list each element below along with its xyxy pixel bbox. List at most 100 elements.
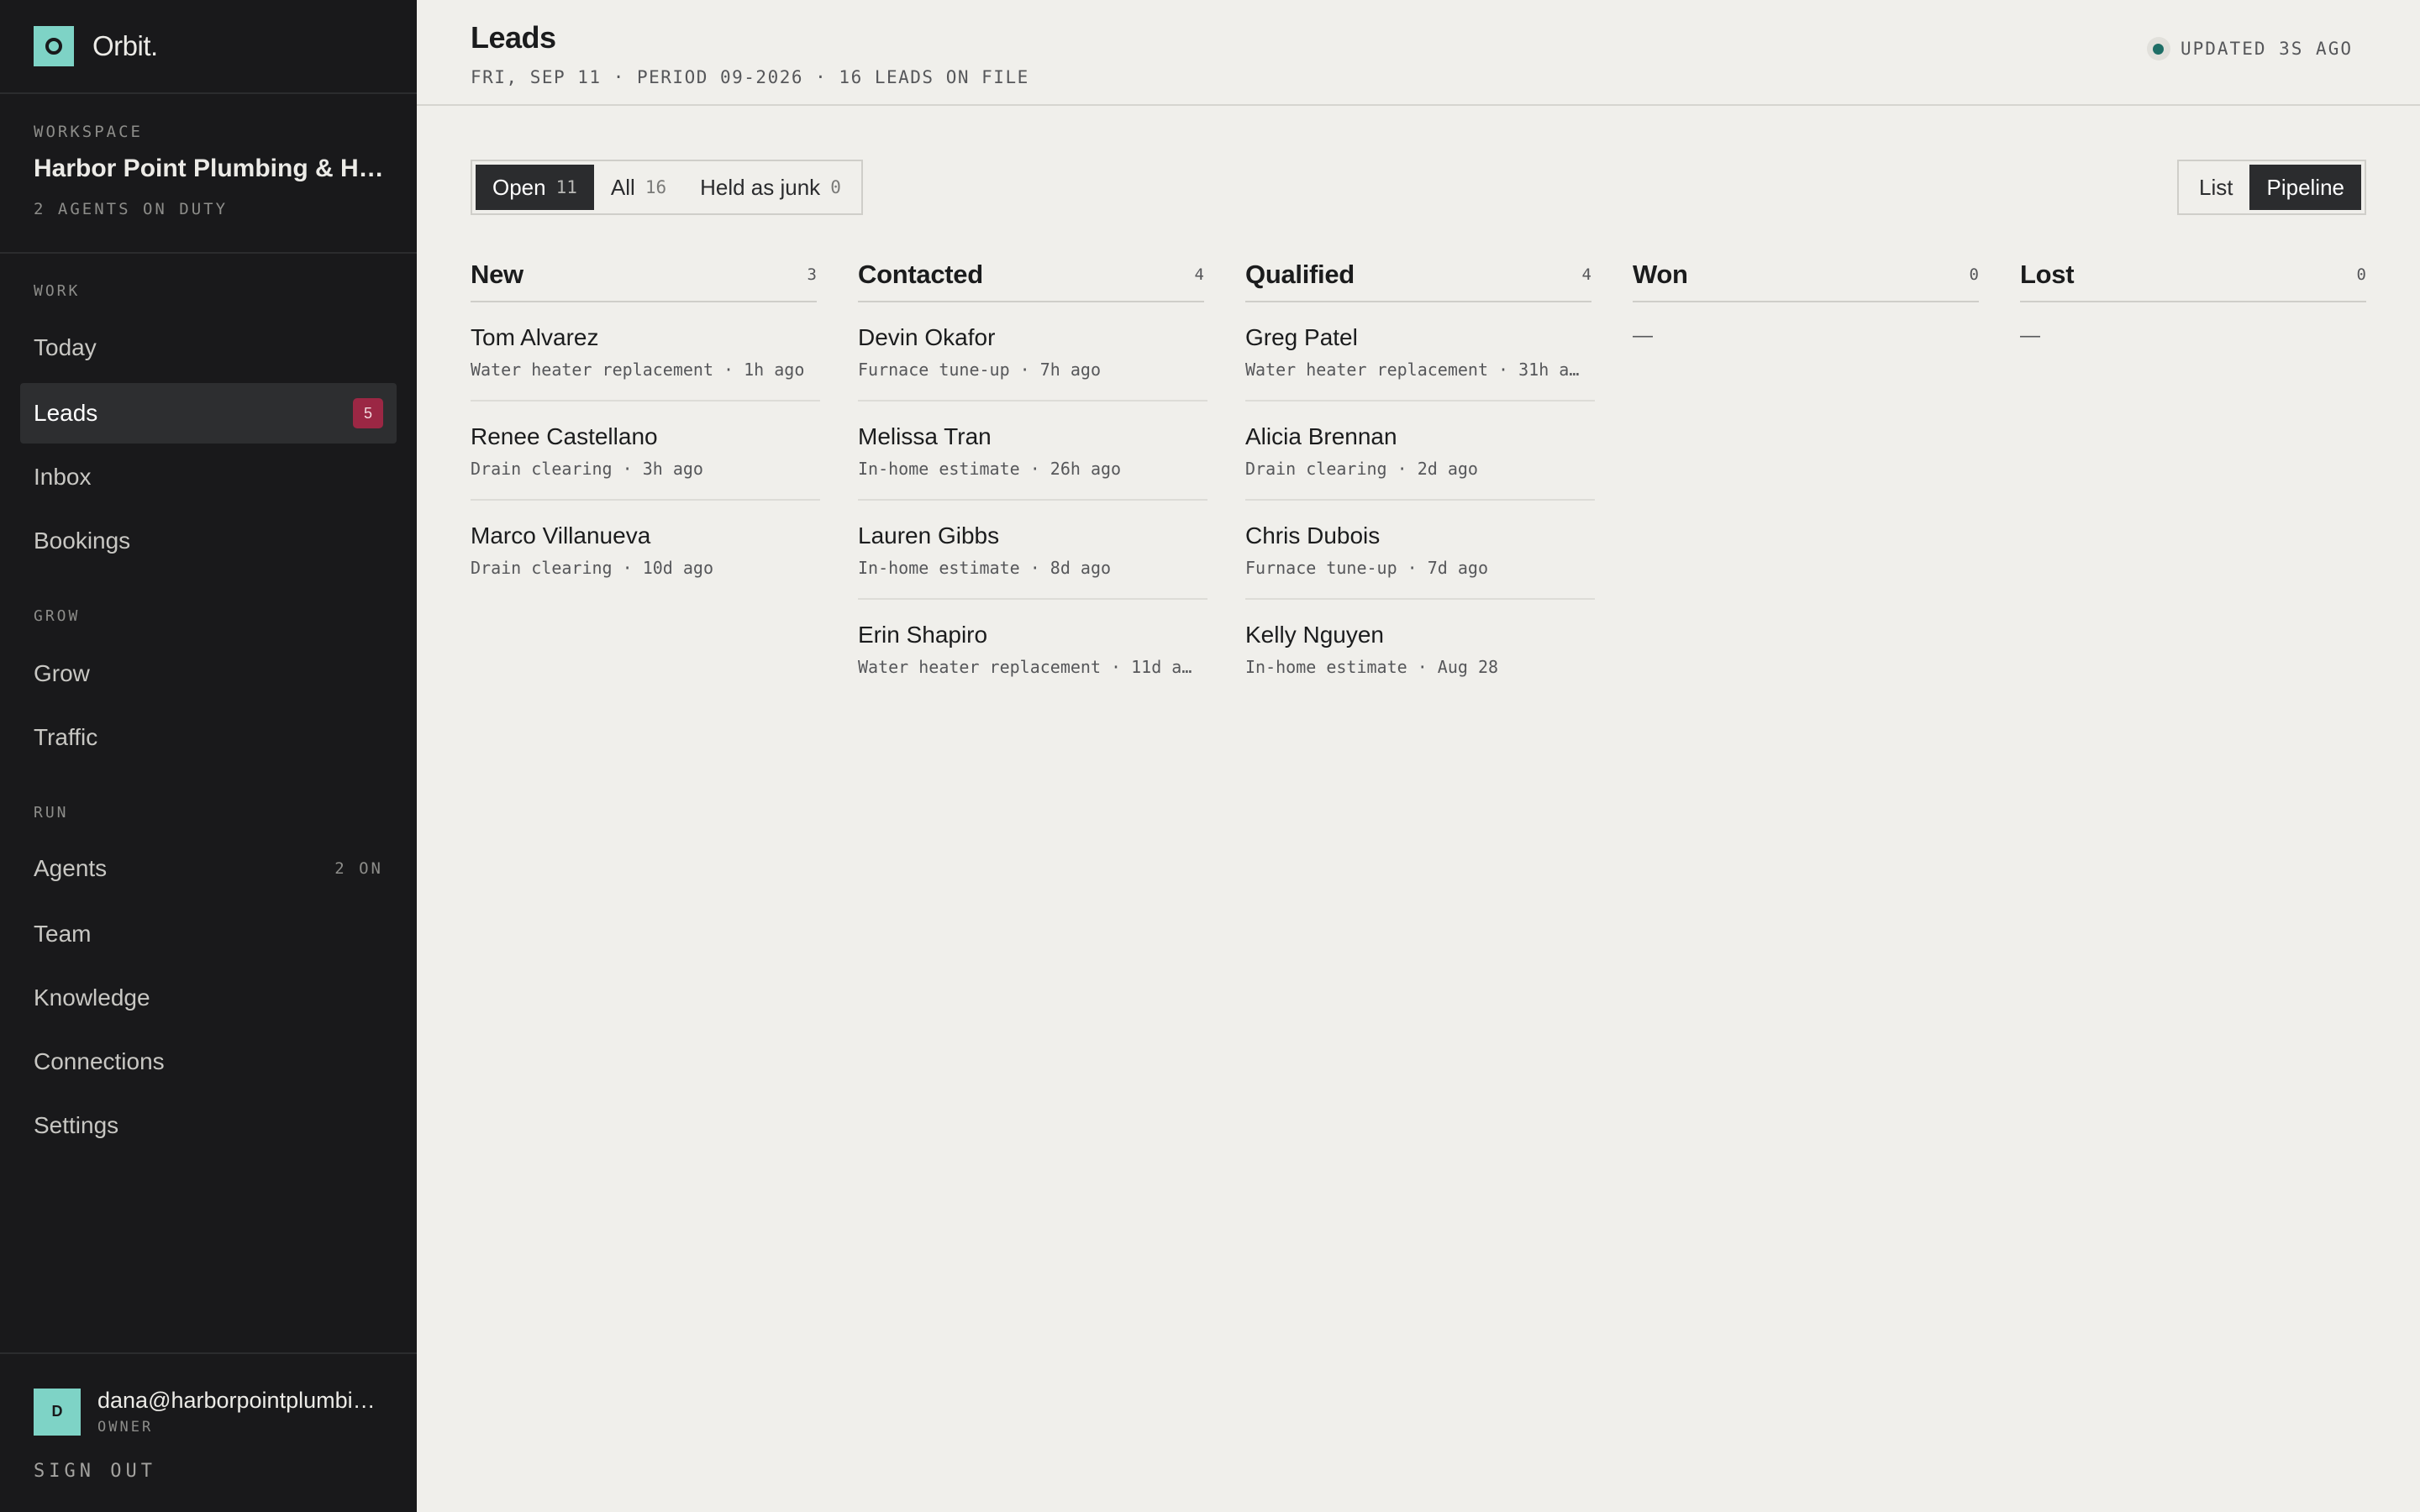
- lead-card[interactable]: Marco Villanueva Drain clearing · 10d ag…: [471, 501, 820, 600]
- workspace-agents-status: 2 AGENTS ON DUTY: [34, 200, 229, 218]
- column-count: 0: [1969, 265, 1979, 284]
- lead-card[interactable]: Lauren Gibbs In-home estimate · 8d ago: [858, 501, 1207, 600]
- sidebar-item-bookings[interactable]: Bookings: [20, 511, 397, 571]
- lead-card[interactable]: Erin Shapiro Water heater replacement · …: [858, 600, 1207, 699]
- brand[interactable]: Orbit.: [0, 0, 417, 94]
- sidebar-item-team[interactable]: Team: [20, 904, 397, 964]
- user-block: D dana@harborpointplumbing.com OWNER SIG…: [0, 1352, 417, 1512]
- filter-tab-count: 11: [555, 177, 577, 197]
- lead-name: Lauren Gibbs: [858, 522, 1000, 549]
- filter-tab-label: Held as junk: [700, 174, 821, 200]
- lead-meta: In-home estimate · 26h ago: [858, 459, 1122, 479]
- app-name: Orbit.: [92, 30, 158, 61]
- sidebar-item-label: Inbox: [34, 464, 92, 490]
- lead-name: Melissa Tran: [858, 423, 992, 449]
- lead-meta: Water heater replacement · 1h ago: [471, 360, 805, 380]
- sidebar-item-label: Bookings: [34, 528, 131, 554]
- lead-name: Kelly Nguyen: [1245, 622, 1384, 648]
- page-title: Leads: [471, 20, 556, 55]
- pipeline-column-lost: Lost 0 —: [2020, 252, 2366, 699]
- lead-name: Tom Alvarez: [471, 324, 599, 350]
- column-header: Contacted 4: [858, 252, 1204, 302]
- pipeline-column-contacted: Contacted 4 Devin Okafor Furnace tune-up…: [858, 252, 1207, 699]
- updated-status: UPDATED 3S AGO: [2146, 37, 2353, 60]
- nav-section-grow: GROW: [34, 607, 81, 625]
- sidebar-item-traffic[interactable]: Traffic: [20, 707, 397, 768]
- lead-meta: Drain clearing · 10d ago: [471, 558, 713, 578]
- user-profile[interactable]: D dana@harborpointplumbing.com OWNER: [34, 1388, 383, 1436]
- sidebar-item-grow[interactable]: Grow: [20, 643, 397, 704]
- column-header: Lost 0: [2020, 252, 2366, 302]
- sidebar-item-today[interactable]: Today: [20, 318, 397, 378]
- lead-card[interactable]: Renee Castellano Drain clearing · 3h ago: [471, 402, 820, 501]
- view-toggle: List Pipeline: [2177, 160, 2366, 215]
- lead-meta: Furnace tune-up · 7h ago: [858, 360, 1101, 380]
- lead-meta: Water heater replacement · 11d ago: [858, 657, 1198, 677]
- lead-name: Erin Shapiro: [858, 622, 988, 648]
- sidebar-item-label: Team: [34, 921, 92, 947]
- user-email: dana@harborpointplumbing.com: [97, 1388, 383, 1413]
- lead-name: Greg Patel: [1245, 324, 1358, 350]
- nav-section-work: WORK: [34, 282, 81, 300]
- view-list-button[interactable]: List: [2182, 165, 2249, 210]
- orbit-logo-icon: [34, 26, 74, 66]
- pipeline-column-won: Won 0 —: [1633, 252, 1979, 699]
- filter-tab-label: All: [610, 174, 635, 200]
- lead-card[interactable]: Alicia Brennan Drain clearing · 2d ago: [1245, 402, 1595, 501]
- filter-tab-held-as-junk[interactable]: Held as junk 0: [683, 165, 858, 210]
- column-empty-placeholder: —: [1633, 324, 1653, 347]
- lead-card[interactable]: Kelly Nguyen In-home estimate · Aug 28: [1245, 600, 1595, 699]
- sidebar-item-leads[interactable]: Leads 5: [20, 383, 397, 444]
- lead-card[interactable]: Chris Dubois Furnace tune-up · 7d ago: [1245, 501, 1595, 600]
- sidebar-item-label: Settings: [34, 1112, 119, 1138]
- sidebar: Orbit. WORKSPACE Harbor Point Plumbing &…: [0, 0, 417, 1512]
- view-pipeline-button[interactable]: Pipeline: [2249, 165, 2361, 210]
- workspace-name: Harbor Point Plumbing & Heating: [34, 155, 387, 182]
- page-header: Leads FRI, SEP 11 · PERIOD 09-2026 · 16 …: [417, 0, 2420, 106]
- sidebar-item-label: Traffic: [34, 724, 98, 750]
- lead-name: Marco Villanueva: [471, 522, 651, 549]
- column-header: Qualified 4: [1245, 252, 1591, 302]
- workspace-switcher[interactable]: WORKSPACE Harbor Point Plumbing & Heatin…: [0, 94, 417, 254]
- nav-section-run: RUN: [34, 804, 69, 822]
- lead-meta: Water heater replacement · 31h ago: [1245, 360, 1586, 380]
- filter-tab-label: Open: [492, 174, 546, 200]
- column-header: Won 0: [1633, 252, 1979, 302]
- sidebar-item-settings[interactable]: Settings: [20, 1095, 397, 1156]
- sidebar-item-label: Connections: [34, 1048, 165, 1074]
- sign-out-link[interactable]: SIGN OUT: [34, 1461, 383, 1482]
- lead-name: Chris Dubois: [1245, 522, 1381, 549]
- lead-card[interactable]: Melissa Tran In-home estimate · 26h ago: [858, 402, 1207, 501]
- sidebar-item-label: Agents: [34, 855, 108, 881]
- column-title: New: [471, 260, 523, 289]
- column-title: Won: [1633, 260, 1688, 289]
- sidebar-item-knowledge[interactable]: Knowledge: [20, 968, 397, 1028]
- column-empty-placeholder: —: [2020, 324, 2040, 347]
- lead-name: Alicia Brennan: [1245, 423, 1397, 449]
- filter-tab-all[interactable]: All 16: [594, 165, 683, 210]
- column-count: 0: [2356, 265, 2366, 284]
- lead-card[interactable]: Devin Okafor Furnace tune-up · 7h ago: [858, 302, 1207, 402]
- lead-name: Devin Okafor: [858, 324, 996, 350]
- sidebar-item-agents[interactable]: Agents 2 ON: [20, 838, 397, 899]
- sidebar-item-label: Knowledge: [34, 984, 150, 1011]
- lead-card[interactable]: Greg Patel Water heater replacement · 31…: [1245, 302, 1595, 402]
- column-count: 4: [1581, 265, 1591, 284]
- lead-card[interactable]: Tom Alvarez Water heater replacement · 1…: [471, 302, 820, 402]
- pipeline-column-new: New 3 Tom Alvarez Water heater replaceme…: [471, 252, 820, 699]
- main-content: Leads FRI, SEP 11 · PERIOD 09-2026 · 16 …: [417, 0, 2420, 1512]
- live-status-icon: [2146, 37, 2170, 60]
- sidebar-item-label: Today: [34, 334, 97, 360]
- user-role: OWNER: [97, 1419, 154, 1436]
- lead-meta: In-home estimate · Aug 28: [1245, 657, 1499, 677]
- filter-tab-count: 16: [644, 177, 667, 197]
- sidebar-item-inbox[interactable]: Inbox: [20, 447, 397, 507]
- column-title: Lost: [2020, 260, 2075, 289]
- lead-meta: In-home estimate · 8d ago: [858, 558, 1112, 578]
- avatar: D: [34, 1388, 81, 1436]
- lead-filter-tabs: Open 11 All 16 Held as junk 0: [471, 160, 863, 215]
- sidebar-item-label: Leads: [34, 400, 98, 426]
- sidebar-item-connections[interactable]: Connections: [20, 1032, 397, 1092]
- filter-tab-open[interactable]: Open 11: [476, 165, 594, 210]
- page-subtitle: FRI, SEP 11 · PERIOD 09-2026 · 16 LEADS …: [471, 67, 1029, 87]
